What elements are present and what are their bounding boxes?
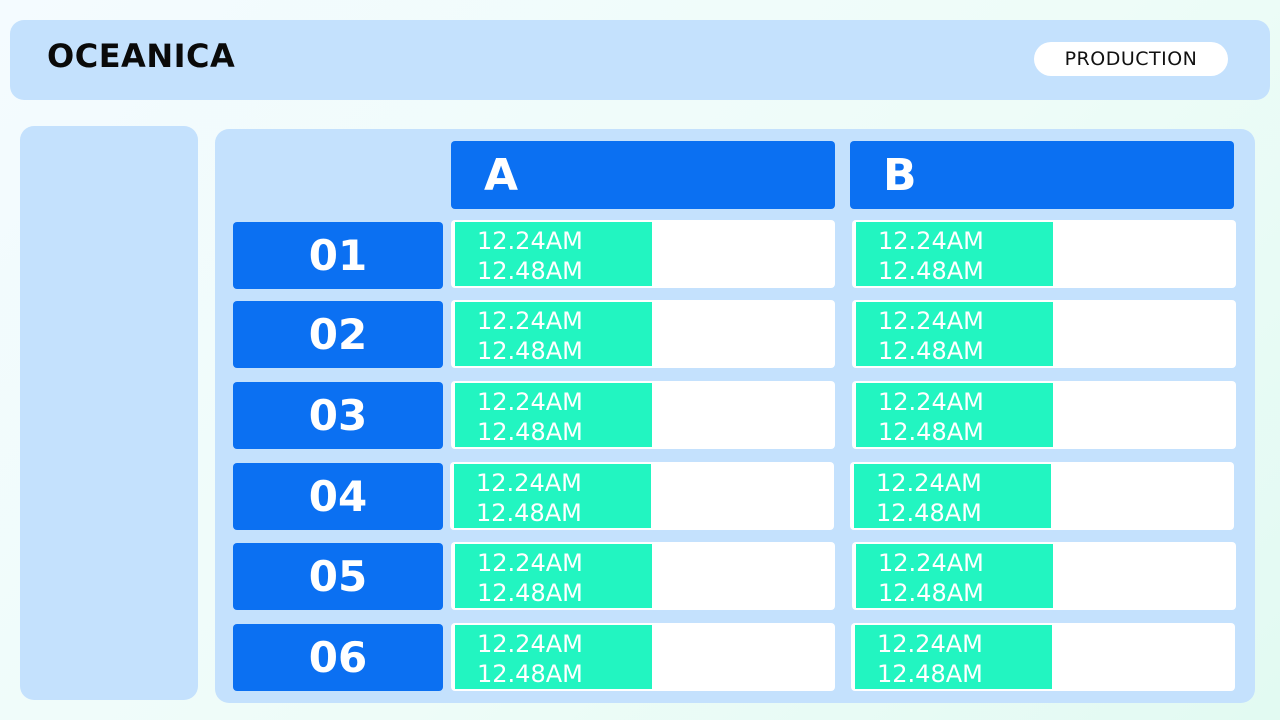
row-label-06[interactable]: 06	[233, 624, 443, 691]
slot-start-time: 12.24AM	[878, 388, 984, 416]
sidebar	[20, 126, 198, 700]
time-slot[interactable]: 12.24AM 12.48AM	[454, 464, 651, 528]
slot-start-time: 12.24AM	[877, 630, 983, 658]
slot-start-time: 12.24AM	[477, 307, 583, 335]
time-slot[interactable]: 12.24AM 12.48AM	[856, 544, 1053, 608]
time-slot[interactable]: 12.24AM 12.48AM	[455, 544, 652, 608]
schedule-cell-04-b[interactable]: 12.24AM 12.48AM	[850, 462, 1234, 530]
schedule-cell-02-a[interactable]: 12.24AM 12.48AM	[451, 300, 835, 368]
time-slot[interactable]: 12.24AM 12.48AM	[455, 383, 652, 447]
time-slot[interactable]: 12.24AM 12.48AM	[455, 625, 652, 689]
slot-start-time: 12.24AM	[477, 388, 583, 416]
row-label-05[interactable]: 05	[233, 543, 443, 610]
slot-start-time: 12.24AM	[477, 227, 583, 255]
schedule-cell-03-b[interactable]: 12.24AM 12.48AM	[852, 381, 1236, 449]
schedule-cell-06-b[interactable]: 12.24AM 12.48AM	[851, 623, 1235, 691]
slot-end-time: 12.48AM	[878, 257, 984, 285]
slot-end-time: 12.48AM	[878, 418, 984, 446]
slot-end-time: 12.48AM	[477, 418, 583, 446]
column-header-b[interactable]: B	[850, 141, 1234, 209]
slot-end-time: 12.48AM	[877, 660, 983, 688]
header-bar: OCEANICA PRODUCTION	[10, 20, 1270, 100]
time-slot[interactable]: 12.24AM 12.48AM	[854, 464, 1051, 528]
time-slot[interactable]: 12.24AM 12.48AM	[856, 222, 1053, 286]
slot-start-time: 12.24AM	[477, 549, 583, 577]
slot-end-time: 12.48AM	[878, 337, 984, 365]
slot-start-time: 12.24AM	[476, 469, 582, 497]
schedule-cell-03-a[interactable]: 12.24AM 12.48AM	[451, 381, 835, 449]
time-slot[interactable]: 12.24AM 12.48AM	[455, 222, 652, 286]
schedule-cell-02-b[interactable]: 12.24AM 12.48AM	[852, 300, 1236, 368]
slot-end-time: 12.48AM	[476, 499, 582, 527]
time-slot[interactable]: 12.24AM 12.48AM	[455, 302, 652, 366]
slot-start-time: 12.24AM	[876, 469, 982, 497]
time-slot[interactable]: 12.24AM 12.48AM	[855, 625, 1052, 689]
slot-start-time: 12.24AM	[477, 630, 583, 658]
slot-start-time: 12.24AM	[878, 227, 984, 255]
app-title: OCEANICA	[47, 37, 236, 75]
row-label-02[interactable]: 02	[233, 301, 443, 368]
row-label-04[interactable]: 04	[233, 463, 443, 530]
slot-start-time: 12.24AM	[878, 549, 984, 577]
slot-end-time: 12.48AM	[477, 660, 583, 688]
slot-end-time: 12.48AM	[477, 257, 583, 285]
environment-badge[interactable]: PRODUCTION	[1034, 42, 1228, 76]
schedule-cell-06-a[interactable]: 12.24AM 12.48AM	[451, 623, 835, 691]
column-header-a[interactable]: A	[451, 141, 835, 209]
schedule-cell-01-b[interactable]: 12.24AM 12.48AM	[852, 220, 1236, 288]
row-label-01[interactable]: 01	[233, 222, 443, 289]
slot-end-time: 12.48AM	[477, 337, 583, 365]
slot-end-time: 12.48AM	[477, 579, 583, 607]
schedule-cell-01-a[interactable]: 12.24AM 12.48AM	[451, 220, 835, 288]
time-slot[interactable]: 12.24AM 12.48AM	[856, 383, 1053, 447]
slot-end-time: 12.48AM	[876, 499, 982, 527]
time-slot[interactable]: 12.24AM 12.48AM	[856, 302, 1053, 366]
schedule-cell-04-a[interactable]: 12.24AM 12.48AM	[450, 462, 834, 530]
slot-start-time: 12.24AM	[878, 307, 984, 335]
slot-end-time: 12.48AM	[878, 579, 984, 607]
schedule-cell-05-b[interactable]: 12.24AM 12.48AM	[852, 542, 1236, 610]
row-label-03[interactable]: 03	[233, 382, 443, 449]
schedule-cell-05-a[interactable]: 12.24AM 12.48AM	[451, 542, 835, 610]
